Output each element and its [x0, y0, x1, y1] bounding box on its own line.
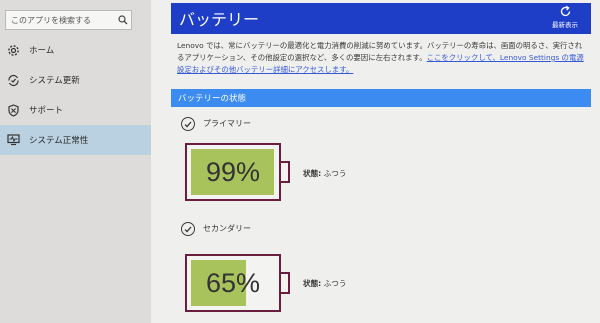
primary-battery-status: 状態: ふつう	[303, 168, 346, 179]
main-content: バッテリー 最新表示 Lenovo では、常にバッテリーの最適化と電力消費の削減…	[151, 0, 600, 323]
status-value: ふつう	[323, 169, 347, 178]
search-icon[interactable]	[115, 15, 131, 25]
primary-battery-label: プライマリー	[203, 119, 251, 128]
secondary-battery-percent: 65%	[205, 267, 261, 298]
sidebar-item-system-update[interactable]: システム更新	[0, 65, 151, 95]
sidebar-item-label: システム更新	[29, 76, 80, 86]
refresh-button[interactable]: 最新表示	[545, 5, 585, 29]
status-label: 状態:	[303, 279, 322, 288]
secondary-battery-label: セカンダリー	[203, 224, 251, 233]
status-value: ふつう	[323, 279, 347, 288]
sidebar-item-support[interactable]: サポート	[0, 95, 151, 125]
shield-icon	[6, 103, 20, 117]
check-icon	[181, 117, 195, 131]
refresh-icon	[560, 5, 570, 17]
monitor-icon	[6, 133, 20, 147]
sidebar-item-label: ホーム	[29, 46, 55, 56]
sidebar-item-system-health[interactable]: システム正常性	[0, 125, 151, 155]
check-icon	[181, 222, 195, 236]
sidebar: このアプリを検索する ホーム システム更新 サポート システム正常性	[0, 0, 151, 323]
primary-battery-terminal	[281, 161, 290, 183]
page-title: バッテリー	[179, 10, 260, 29]
page-header: バッテリー 最新表示	[171, 3, 591, 34]
section-title: バッテリーの状態	[178, 94, 247, 104]
sidebar-item-home[interactable]: ホーム	[0, 35, 151, 65]
refresh-check-icon	[6, 73, 20, 87]
sidebar-item-label: サポート	[29, 106, 64, 116]
gear-icon	[6, 43, 20, 57]
status-label: 状態:	[303, 169, 322, 178]
search-box[interactable]: このアプリを検索する	[5, 10, 132, 30]
battery-status-section-header: バッテリーの状態	[171, 89, 591, 107]
battery-description: Lenovo では、常にバッテリーの最適化と電力消費の削減に努めています。バッテ…	[177, 40, 585, 76]
primary-battery-percent: 99%	[205, 156, 261, 187]
refresh-label: 最新表示	[552, 21, 578, 29]
secondary-battery-terminal	[281, 272, 290, 294]
secondary-battery-status: 状態: ふつう	[303, 278, 346, 289]
search-input[interactable]: このアプリを検索する	[6, 15, 115, 26]
primary-battery-gauge: 99%	[185, 143, 281, 201]
sidebar-item-label: システム正常性	[29, 136, 89, 146]
secondary-battery-gauge: 65%	[185, 254, 281, 312]
